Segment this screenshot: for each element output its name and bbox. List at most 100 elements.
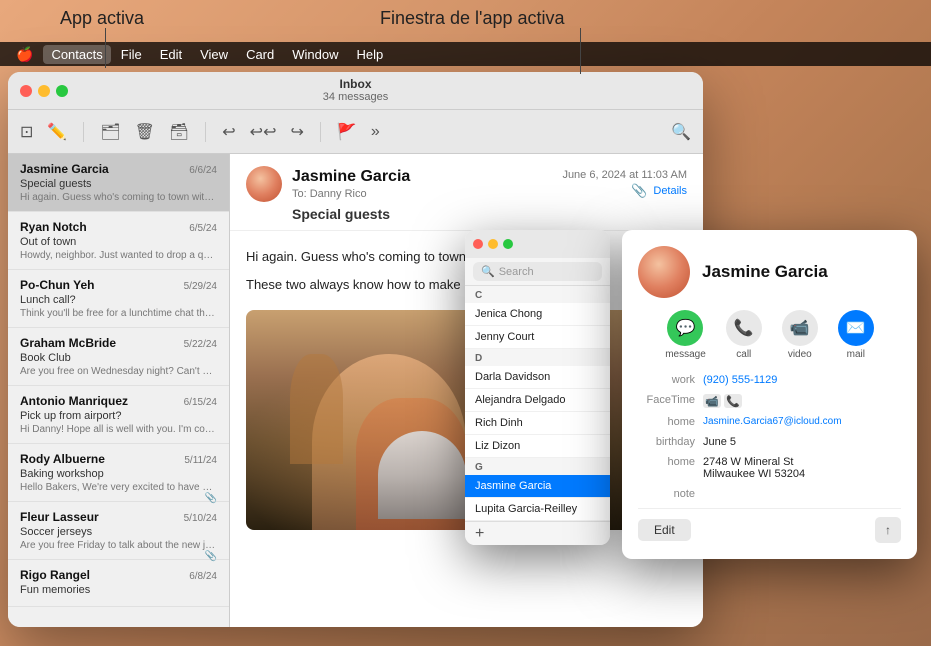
archive-icon[interactable]: 🗂 xyxy=(100,122,120,142)
facetime-icons: 📹 📞 xyxy=(703,394,901,408)
contact-rich-dinh[interactable]: Rich Dinh xyxy=(465,412,610,435)
mail-subject: Out of town xyxy=(20,236,217,248)
details-link[interactable]: Details xyxy=(653,185,687,197)
mail-content-sender: Jasmine Garcia xyxy=(292,168,410,186)
attachment-icon: 📎 xyxy=(631,183,647,199)
contact-lupita-garcia-reilley[interactable]: Lupita Garcia-Reilley xyxy=(465,498,610,521)
flag-icon[interactable]: 🚩 xyxy=(337,122,357,142)
minimize-button[interactable] xyxy=(38,85,50,97)
search-field-container[interactable]: 🔍 Search xyxy=(473,262,602,281)
mail-subject: Special guests xyxy=(20,178,217,190)
menubar-help[interactable]: Help xyxy=(349,45,392,64)
mail-item-rigo[interactable]: Rigo Rangel 6/8/24 Fun memories xyxy=(8,560,229,607)
contact-name: Jasmine Garcia xyxy=(702,262,828,282)
menubar-window[interactable]: Window xyxy=(284,45,346,64)
contacts-close-button[interactable] xyxy=(473,239,483,249)
mail-action[interactable]: ✉️ mail xyxy=(838,310,874,360)
mail-date: 6/8/24 xyxy=(189,571,217,582)
sender-name: Rody Albuerne xyxy=(20,452,105,466)
mail-window-title: Inbox 34 messages xyxy=(323,77,388,105)
edit-button[interactable]: Edit xyxy=(638,519,691,541)
message-action[interactable]: 💬 message xyxy=(665,310,706,360)
fullscreen-button[interactable] xyxy=(56,85,68,97)
contacts-minimize-button[interactable] xyxy=(488,239,498,249)
video-icon: 📹 xyxy=(782,310,818,346)
message-label: message xyxy=(665,349,706,360)
contacts-search-bar: 🔍 Search xyxy=(465,258,610,286)
section-header-c: C xyxy=(465,286,610,303)
menubar-file[interactable]: File xyxy=(113,45,150,64)
contact-alejandra-delgado[interactable]: Alejandra Delgado xyxy=(465,389,610,412)
contact-darla-davidson[interactable]: Darla Davidson xyxy=(465,366,610,389)
mail-date: 5/22/24 xyxy=(184,339,217,350)
mail-item-ryan[interactable]: Ryan Notch 6/5/24 Out of town Howdy, nei… xyxy=(8,212,229,270)
contact-jenica-chong[interactable]: Jenica Chong xyxy=(465,303,610,326)
call-action[interactable]: 📞 call xyxy=(726,310,762,360)
contact-detail-card: Jasmine Garcia 💬 message 📞 call 📹 video … xyxy=(622,230,917,559)
search-icon[interactable]: 🔍 xyxy=(671,122,691,142)
move-icon[interactable]: 🗃 xyxy=(169,122,189,142)
add-contact-button[interactable]: + xyxy=(475,526,484,542)
contact-liz-dizon[interactable]: Liz Dizon xyxy=(465,435,610,458)
message-icon: 💬 xyxy=(667,310,703,346)
contact-jenny-court[interactable]: Jenny Court xyxy=(465,326,610,349)
menubar: 🍎 Contacts File Edit View Card Window He… xyxy=(0,42,931,66)
mail-item-jasmine[interactable]: Jasmine Garcia 6/6/24 Special guests Hi … xyxy=(8,154,229,212)
message-count: 34 messages xyxy=(323,91,388,104)
reply-icon[interactable]: ↩ xyxy=(222,122,235,142)
mail-preview: Hi Danny! Hope all is well with you. I'm… xyxy=(20,424,217,435)
mail-preview: Hello Bakers, We're very excited to have… xyxy=(20,482,217,493)
reply-all-icon[interactable]: ↩↩ xyxy=(250,122,277,142)
sender-name: Graham McBride xyxy=(20,336,116,350)
mail-subject: Lunch call? xyxy=(20,294,217,306)
home-email-label: home xyxy=(638,416,703,428)
menubar-card[interactable]: Card xyxy=(238,45,282,64)
mail-content-date: June 6, 2024 at 11:03 AM xyxy=(562,169,687,181)
birthday-label: birthday xyxy=(638,436,703,448)
facetime-video-icon[interactable]: 📹 xyxy=(703,394,721,408)
note-row: note xyxy=(638,488,901,500)
contacts-titlebar xyxy=(465,230,610,258)
mail-preview: Are you free Friday to talk about the ne… xyxy=(20,540,217,551)
mail-item-antonio[interactable]: Antonio Manriquez 6/15/24 Pick up from a… xyxy=(8,386,229,444)
facetime-phone-icon[interactable]: 📞 xyxy=(724,394,742,408)
share-button[interactable]: ↑ xyxy=(875,517,901,543)
mail-sidebar: Jasmine Garcia 6/6/24 Special guests Hi … xyxy=(8,154,230,627)
sender-name: Ryan Notch xyxy=(20,220,87,234)
apple-menu[interactable]: 🍎 xyxy=(8,46,41,63)
menubar-view[interactable]: View xyxy=(192,45,236,64)
video-action[interactable]: 📹 video xyxy=(782,310,818,360)
forward-icon[interactable]: ↪ xyxy=(290,122,303,142)
birthday-value: June 5 xyxy=(703,436,901,448)
menubar-contacts[interactable]: Contacts xyxy=(43,45,110,64)
mail-item-rody[interactable]: Rody Albuerne 5/11/24 Baking workshop He… xyxy=(8,444,229,502)
contact-avatar xyxy=(638,246,690,298)
menubar-edit[interactable]: Edit xyxy=(152,45,190,64)
birthday-row: birthday June 5 xyxy=(638,436,901,448)
sender-avatar xyxy=(246,166,282,202)
mail-item-graham[interactable]: Graham McBride 5/22/24 Book Club Are you… xyxy=(8,328,229,386)
delete-icon[interactable]: 🗑 xyxy=(135,122,155,142)
home-address-label: home xyxy=(638,456,703,468)
mail-item-fleur[interactable]: Fleur Lasseur 5/10/24 Soccer jerseys Are… xyxy=(8,502,229,560)
facetime-row: FaceTime 📹 📞 xyxy=(638,394,901,408)
home-email-value[interactable]: Jasmine.Garcia67@icloud.com xyxy=(703,416,901,427)
more-icon[interactable]: » xyxy=(371,123,380,141)
app-activa-label: App activa xyxy=(60,8,144,29)
compose-group-icon[interactable]: ⊡ xyxy=(20,122,33,142)
mail-item-pochun[interactable]: Po-Chun Yeh 5/29/24 Lunch call? Think yo… xyxy=(8,270,229,328)
mail-toolbar: ⊡ ✏️ 🗂 🗑 🗃 ↩ ↩↩ ↪ 🚩 » 🔍 xyxy=(8,110,703,154)
contact-jasmine-garcia[interactable]: Jasmine Garcia xyxy=(465,475,610,498)
facetime-label: FaceTime xyxy=(638,394,703,406)
section-header-g: G xyxy=(465,458,610,475)
sender-name: Po-Chun Yeh xyxy=(20,278,94,292)
new-message-icon[interactable]: ✏️ xyxy=(47,122,67,142)
mail-preview: Are you free on Wednesday night? Can't w… xyxy=(20,366,217,377)
contacts-fullscreen-button[interactable] xyxy=(503,239,513,249)
contact-actions: 💬 message 📞 call 📹 video ✉️ mail xyxy=(638,310,901,360)
close-button[interactable] xyxy=(20,85,32,97)
section-header-d: D xyxy=(465,349,610,366)
mail-date: 5/29/24 xyxy=(184,281,217,292)
mail-titlebar: Inbox 34 messages xyxy=(8,72,703,110)
work-phone-value[interactable]: (920) 555-1129 xyxy=(703,374,901,386)
